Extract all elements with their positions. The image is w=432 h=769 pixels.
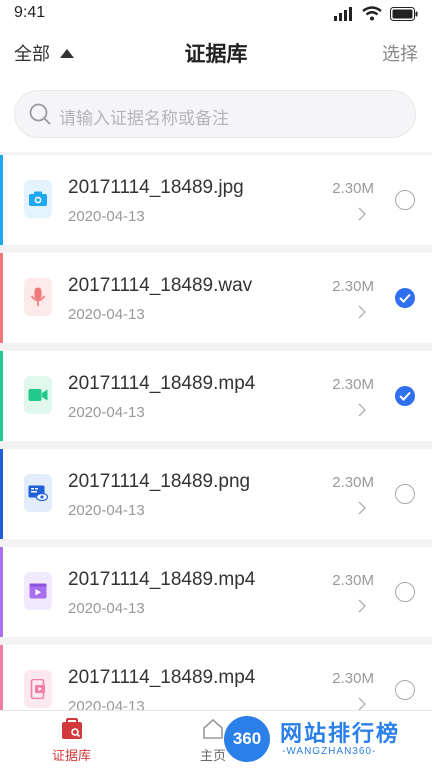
select-checkbox[interactable] xyxy=(395,484,415,504)
status-icons xyxy=(334,6,418,21)
select-checkbox[interactable] xyxy=(395,190,415,210)
microphone-icon xyxy=(24,278,52,316)
chevron-right-icon xyxy=(358,501,366,515)
list-item[interactable]: 20171114_18489.mp4 2020-04-13 2.30M xyxy=(0,351,432,441)
chevron-right-icon xyxy=(358,403,366,417)
file-date: 2020-04-13 xyxy=(68,208,145,225)
chevron-right-icon xyxy=(358,207,366,221)
list-item[interactable]: 20171114_18489.wav 2020-04-13 2.30M xyxy=(0,253,432,343)
list-item[interactable]: 20171114_18489.jpg 2020-04-13 2.30M xyxy=(0,155,432,245)
file-name: 20171114_18489.jpg xyxy=(68,177,244,198)
screen-capture-icon xyxy=(24,474,52,512)
search-icon xyxy=(29,103,51,125)
select-checkbox[interactable] xyxy=(395,582,415,602)
chevron-right-icon xyxy=(358,599,366,613)
accent-bar xyxy=(0,155,3,245)
file-name: 20171114_18489.png xyxy=(68,471,251,492)
battery-icon xyxy=(390,6,418,21)
file-name: 20171114_18489.mp4 xyxy=(68,373,256,394)
file-size: 2.30M xyxy=(332,670,374,687)
camera-icon xyxy=(24,180,52,218)
status-time: 9:41 xyxy=(14,4,46,21)
select-checkbox[interactable] xyxy=(395,386,415,406)
list-item[interactable]: 20171114_18489.png 2020-04-13 2.30M xyxy=(0,449,432,539)
select-checkbox[interactable] xyxy=(395,680,415,700)
select-checkbox[interactable] xyxy=(395,288,415,308)
file-date: 2020-04-13 xyxy=(68,502,145,519)
file-size: 2.30M xyxy=(332,278,374,295)
tab-evidence-label: 证据库 xyxy=(52,748,92,763)
chevron-right-icon xyxy=(358,305,366,319)
file-date: 2020-04-13 xyxy=(68,600,145,617)
phone-record-icon xyxy=(24,670,52,708)
tab-evidence[interactable]: 证据库 xyxy=(52,717,91,764)
watermark-badge: 360 xyxy=(224,716,270,762)
media-player-icon xyxy=(24,572,52,610)
select-button[interactable]: 选择 xyxy=(382,40,418,66)
list-item[interactable]: 20171114_18489.mp4 2020-04-13 2.30M xyxy=(0,547,432,637)
video-camera-icon xyxy=(24,376,52,414)
accent-bar xyxy=(0,449,3,539)
evidence-folder-icon xyxy=(61,718,82,739)
search-placeholder: 请输入证据名称或备注 xyxy=(59,109,229,128)
file-size: 2.30M xyxy=(332,180,374,197)
watermark-text: 网站排行榜 xyxy=(280,721,401,746)
search-input[interactable]: 请输入证据名称或备注 xyxy=(14,90,416,138)
accent-bar xyxy=(0,253,3,343)
file-size: 2.30M xyxy=(332,572,374,589)
file-date: 2020-04-13 xyxy=(68,404,145,421)
accent-bar xyxy=(0,547,3,637)
signal-icon xyxy=(334,6,352,21)
file-date: 2020-04-13 xyxy=(68,306,145,323)
accent-bar xyxy=(0,351,3,441)
wifi-icon xyxy=(362,6,382,21)
chevron-right-icon xyxy=(358,697,366,711)
file-name: 20171114_18489.mp4 xyxy=(68,569,256,590)
file-size: 2.30M xyxy=(332,376,374,393)
file-name: 20171114_18489.wav xyxy=(68,275,253,296)
evidence-list: 20171114_18489.jpg 2020-04-13 2.30M 2017… xyxy=(0,155,432,743)
file-size: 2.30M xyxy=(332,474,374,491)
status-bar: 9:41 xyxy=(0,0,432,28)
watermark-sub: -WANGZHAN360- xyxy=(282,746,377,757)
watermark: 360 网站排行榜 -WANGZHAN360- xyxy=(220,712,432,764)
search-section: 请输入证据名称或备注 xyxy=(0,76,432,152)
page-title: 证据库 xyxy=(184,43,248,66)
nav-bar: 全部 证据库 选择 xyxy=(0,28,432,76)
file-name: 20171114_18489.mp4 xyxy=(68,667,256,688)
